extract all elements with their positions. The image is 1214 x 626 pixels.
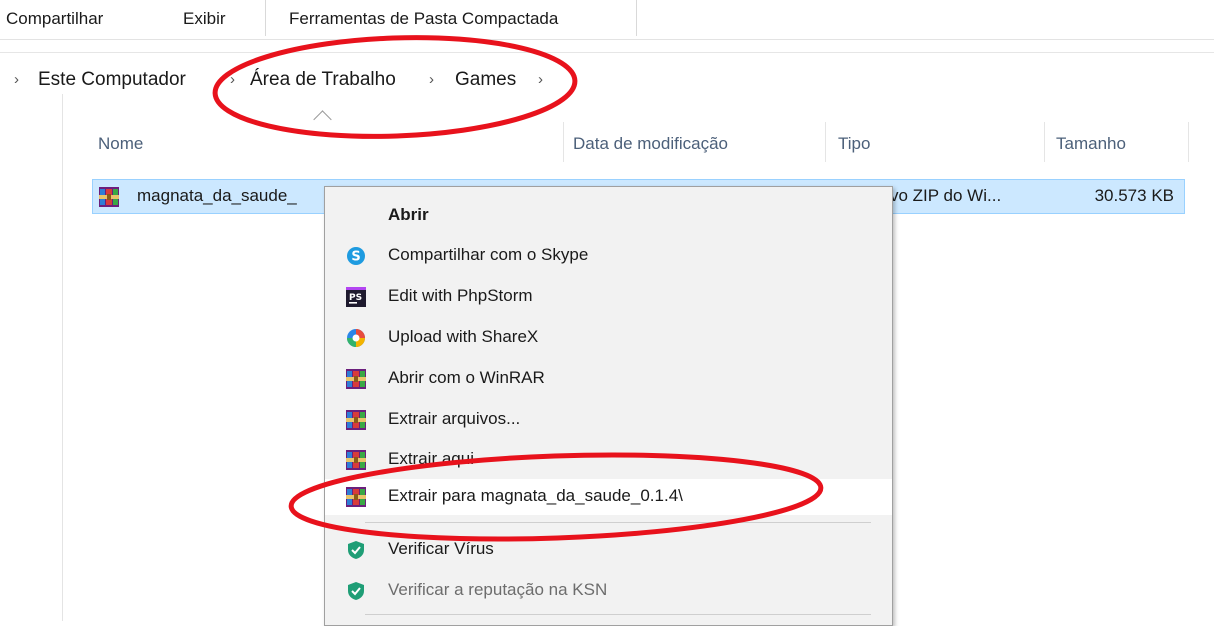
menu-item-abrir-winrar[interactable]: Abrir com o WinRAR <box>325 361 892 397</box>
skype-icon: S <box>346 246 366 266</box>
sharex-icon <box>346 328 366 348</box>
menu-item-label: Upload with ShareX <box>388 327 539 346</box>
menu-item-label: Extrair para magnata_da_saude_0.1.4\ <box>388 486 683 505</box>
tab-exibir[interactable]: Exibir <box>183 9 226 29</box>
menu-item-verificar-reputacao-ksn[interactable]: Verificar a reputação na KSN <box>325 573 892 609</box>
breadcrumb-item-este-computador[interactable]: Este Computador <box>38 69 186 91</box>
svg-text:S: S <box>351 250 360 265</box>
menu-item-abrir[interactable]: Abrir <box>325 198 892 234</box>
context-menu: Abrir S Compartilhar com o Skype PS Edit… <box>324 186 893 626</box>
tab-ferramentas-pasta-compactada[interactable]: Ferramentas de Pasta Compactada <box>289 9 558 29</box>
tab-divider <box>636 0 637 36</box>
menu-separator <box>365 614 871 615</box>
menu-item-upload-sharex[interactable]: Upload with ShareX <box>325 320 892 356</box>
column-divider[interactable] <box>1044 122 1045 162</box>
chevron-right-icon[interactable]: › <box>429 71 434 88</box>
kaspersky-shield-icon <box>346 540 366 560</box>
menu-item-label: Extrair aqui <box>388 449 474 468</box>
ribbon-tabs: Compartilhar Exibir Ferramentas de Pasta… <box>0 0 1214 40</box>
phpstorm-icon: PS <box>346 287 366 307</box>
menu-item-label: Abrir <box>388 205 429 224</box>
menu-item-verificar-virus[interactable]: Verificar Vírus <box>325 532 892 568</box>
menu-separator <box>365 522 871 523</box>
column-header-tipo[interactable]: Tipo <box>838 134 870 154</box>
menu-item-label: Abrir com o WinRAR <box>388 368 545 387</box>
file-name[interactable]: magnata_da_saude_ <box>137 186 297 206</box>
column-divider[interactable] <box>563 122 564 162</box>
ribbon-divider <box>0 52 1214 53</box>
svg-text:PS: PS <box>349 293 362 303</box>
column-header: Nome Data de modificação Tipo Tamanho <box>0 122 1214 166</box>
chevron-right-icon[interactable]: › <box>230 71 235 88</box>
menu-item-label: Compartilhar com o Skype <box>388 245 589 264</box>
tab-compartilhar[interactable]: Compartilhar <box>6 9 103 29</box>
winrar-icon <box>346 487 366 507</box>
breadcrumb-item-area-de-trabalho[interactable]: Área de Trabalho <box>250 69 396 91</box>
winrar-icon <box>346 410 366 430</box>
kaspersky-shield-icon <box>346 581 366 601</box>
menu-item-label: Edit with PhpStorm <box>388 286 533 305</box>
column-header-data-de-modificacao[interactable]: Data de modificação <box>573 134 728 154</box>
menu-item-compartilhar-skype[interactable]: S Compartilhar com o Skype <box>325 238 892 274</box>
menu-item-edit-phpstorm[interactable]: PS Edit with PhpStorm <box>325 279 892 315</box>
column-header-nome[interactable]: Nome <box>98 134 143 154</box>
file-type: vo ZIP do Wi... <box>890 186 1002 205</box>
column-header-tamanho[interactable]: Tamanho <box>1056 134 1126 154</box>
menu-item-extrair-arquivos[interactable]: Extrair arquivos... <box>325 402 892 438</box>
file-size: 30.573 KB <box>1094 186 1174 205</box>
menu-item-extrair-aqui[interactable]: Extrair aqui <box>325 442 892 478</box>
tab-divider <box>265 0 266 36</box>
breadcrumb-item-games[interactable]: Games <box>455 69 516 91</box>
menu-item-label: Extrair arquivos... <box>388 409 521 428</box>
column-divider[interactable] <box>1188 122 1189 162</box>
column-divider[interactable] <box>825 122 826 162</box>
winrar-archive-icon <box>99 187 119 212</box>
chevron-right-icon[interactable]: › <box>14 71 19 88</box>
menu-item-label: Verificar a reputação na KSN <box>388 580 608 599</box>
menu-item-extrair-para[interactable]: Extrair para magnata_da_saude_0.1.4\ <box>325 479 892 515</box>
pane-border <box>62 94 63 621</box>
chevron-right-icon[interactable]: › <box>538 71 543 88</box>
menu-item-label: Verificar Vírus <box>388 539 494 558</box>
winrar-icon <box>346 450 366 470</box>
winrar-icon <box>346 369 366 389</box>
